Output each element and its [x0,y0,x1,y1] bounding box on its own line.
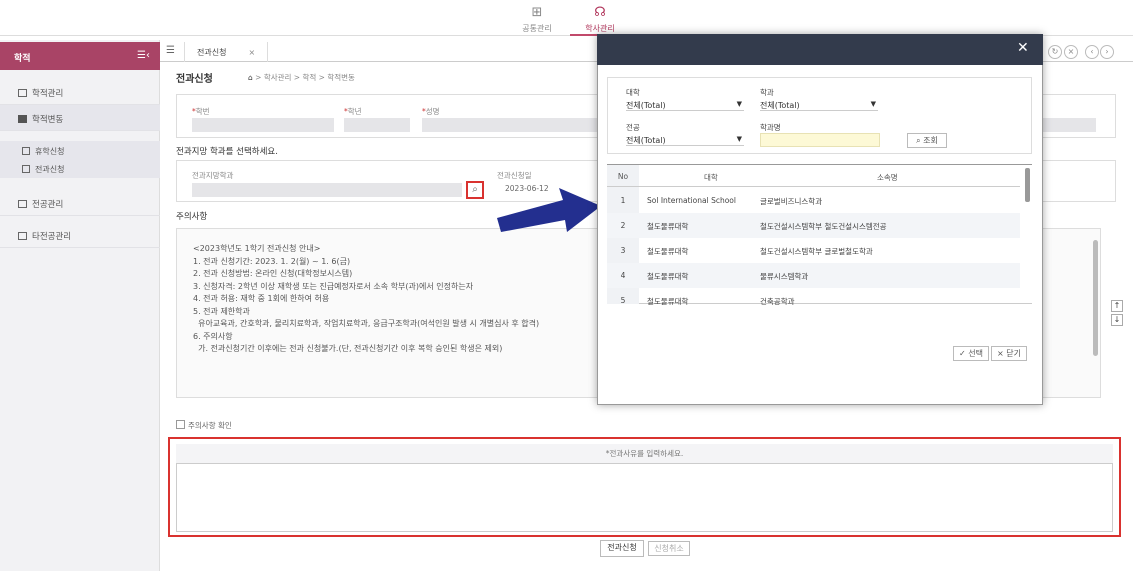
college-select[interactable]: 전체(Total) ▼ [626,100,744,111]
close-tab-icon[interactable]: × [248,48,255,57]
select-button[interactable]: ✓ 선택 [953,346,989,361]
grid-header-row: No 대학 소속명 [607,165,1020,187]
chevron-down-icon: ▼ [736,100,742,108]
major-label: 전공 [626,123,640,132]
notice-confirm-label: 주의사항 확인 [188,421,232,430]
dept-name-input[interactable] [760,133,880,147]
modal-header [597,34,1043,65]
grid-scrollbar[interactable] [1025,168,1030,202]
modal-close-icon[interactable]: ✕ [1017,40,1029,56]
name-field [422,118,598,132]
apply-button[interactable]: 전과신청 [600,540,644,557]
college-label: 대학 [626,88,640,97]
graduation-cap-icon: ☊ [594,5,606,20]
student-id-field [192,118,334,132]
reason-header: *전과사유를 입력하세요. [176,444,1113,464]
chevron-down-icon: ▼ [736,135,742,143]
table-row[interactable]: 3 철도물류대학 철도건설시스템학부 글로벌철도학과 [607,238,1020,263]
document-icon [22,165,30,173]
dept-select-label: 학과 [760,88,774,97]
name-label: *성명 [422,107,440,116]
sidebar-title: 학적 [14,54,31,64]
folder-icon [18,89,27,97]
scroll-up-icon[interactable]: ↑ [1111,300,1123,312]
cancel-button[interactable]: 신청취소 [648,541,690,556]
sidebar-subitem-leave[interactable]: 휴학신청 [0,141,160,160]
pointer-arrow [497,188,601,232]
nav-academic-management[interactable]: ☊ 학사관리 [570,0,630,36]
table-row[interactable]: 1 Sol International School 글로벌비즈니스학과 [607,188,1020,213]
home-icon[interactable]: ⌂ [248,73,253,82]
col-header-org: 소속명 [877,173,898,182]
sidebar-item-record-management[interactable]: 학적관리 [0,79,160,105]
table-row[interactable]: 4 철도물류대학 물류시스템학과 [607,263,1020,288]
search-icon[interactable]: ⌕ [466,181,484,199]
document-icon [22,147,30,155]
breadcrumb: ⌂ > 학사관리 > 학적 > 학적변동 [248,73,355,82]
scroll-down-icon[interactable]: ↓ [1111,314,1123,326]
prev-tab-icon[interactable]: ‹ [1085,45,1099,59]
folder-icon [18,200,27,208]
grid-icon: ⊞ [531,5,543,20]
close-button[interactable]: × 닫기 [991,346,1027,361]
page-title: 전과신청 [176,74,213,85]
notice-text: <2023학년도 1학기 전과신청 안내> 1. 전과 신청기간: 2023. … [193,244,540,353]
grade-label: *학년 [344,107,362,116]
refresh-icon[interactable]: ↻ [1048,45,1062,59]
table-row[interactable]: 2 철도물류대학 철도건설시스템학부 철도건설시스템전공 [607,213,1020,238]
notice-scrollbar[interactable] [1093,240,1098,356]
next-tab-icon[interactable]: › [1100,45,1114,59]
check-icon: ✓ [959,349,966,358]
folder-open-icon [18,115,27,123]
tab-transfer-application[interactable]: 전과신청 × [184,42,268,62]
folder-icon [18,232,27,240]
sidebar-subitem-transfer[interactable]: 전과신청 [0,159,160,178]
dept-label: 전과지망학과 [192,171,234,180]
sidebar-item-major-management[interactable]: 전공관리 [0,190,160,216]
col-header-no: No [617,172,629,181]
student-id-label: *학번 [192,107,210,116]
dept-field[interactable] [192,183,462,197]
search-icon: ⌕ [916,136,921,145]
notice-section-title: 주의사항 [176,212,208,222]
notice-confirm-checkbox[interactable] [176,420,185,429]
nav-common-management[interactable]: ⊞ 공통관리 [507,0,567,36]
collapse-menu-icon[interactable]: ☰‹ [137,50,150,61]
sidebar-item-other-major-management[interactable]: 타전공관리 [0,222,160,248]
dept-select[interactable]: 전체(Total) ▼ [760,100,878,111]
dept-section-title: 전과지망 학과를 선택하세요. [176,147,278,157]
table-row[interactable]: 5 철도물류대학 건축공학과 [607,288,1020,313]
tab-list-icon[interactable]: ☰ [166,45,175,56]
close-all-icon[interactable]: × [1064,45,1078,59]
search-button[interactable]: ⌕ 조회 [907,133,947,148]
dept-name-label: 학과명 [760,123,781,132]
close-icon: × [997,349,1004,358]
major-select[interactable]: 전체(Total) ▼ [626,135,744,146]
grade-field [344,118,410,132]
sidebar-header: 학적 ☰‹ [0,42,160,70]
col-header-college: 대학 [704,173,718,182]
chevron-down-icon: ▼ [870,100,876,108]
sidebar-item-record-change[interactable]: 학적변동 [0,105,160,131]
extra-field [1043,118,1096,132]
